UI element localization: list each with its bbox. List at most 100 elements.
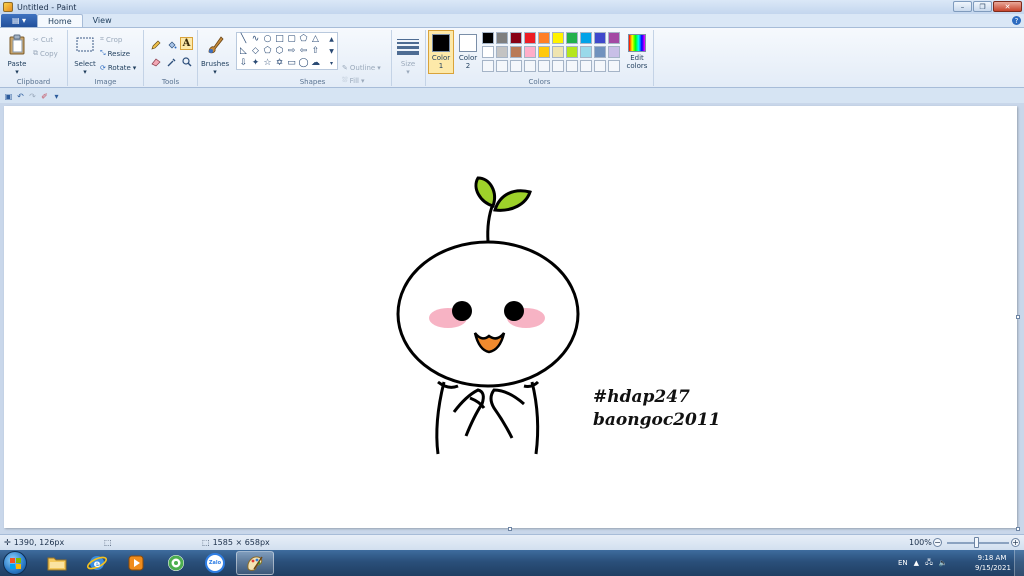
- taskbar-paint[interactable]: [236, 551, 274, 575]
- language-indicator[interactable]: EN: [898, 559, 908, 567]
- tab-view[interactable]: View: [83, 14, 122, 27]
- paint-app-icon[interactable]: [3, 2, 13, 12]
- down-arrow-shape-icon[interactable]: ⇩: [238, 58, 249, 69]
- taskbar-media-player[interactable]: [117, 551, 155, 575]
- fill-button[interactable]: ⛆ Fill ▾: [342, 75, 364, 86]
- clock-date: 9/15/2021: [975, 564, 1011, 572]
- cut-label: Cut: [40, 35, 53, 44]
- resize-button[interactable]: ⤡ Resize: [100, 48, 130, 59]
- oval-shape-icon[interactable]: ○: [262, 34, 273, 45]
- close-button[interactable]: ✕: [993, 1, 1022, 12]
- taskbar-explorer[interactable]: [38, 551, 76, 575]
- paste-label: Paste: [7, 60, 27, 68]
- color-picker-icon[interactable]: [165, 55, 178, 68]
- brushes-label: Brushes: [201, 60, 230, 68]
- taskbar-internet-explorer[interactable]: e: [78, 551, 116, 575]
- line-shape-icon[interactable]: ╲: [238, 34, 249, 45]
- fill-dropdown-icon: ▾: [360, 76, 365, 85]
- taskbar-coc-coc[interactable]: [157, 551, 195, 575]
- system-clock[interactable]: 9:18 AM 9/15/2021: [975, 553, 1011, 573]
- magnifier-icon[interactable]: [180, 55, 193, 68]
- copy-button[interactable]: ⧉ Copy: [33, 48, 58, 59]
- tools-group: A Tools: [144, 30, 198, 86]
- select-icon: [76, 37, 94, 52]
- character-body: [435, 380, 540, 455]
- polygon-shape-icon[interactable]: ⬠: [298, 34, 309, 45]
- colors-group: Colors: [426, 30, 654, 86]
- start-button[interactable]: [3, 551, 27, 575]
- right-eye: [504, 301, 524, 321]
- tab-home[interactable]: Home: [37, 14, 83, 27]
- customize-qat-icon[interactable]: ▾: [52, 92, 61, 101]
- brushes-button[interactable]: Brushes ▾: [201, 32, 229, 76]
- cloud-callout-shape-icon[interactable]: ☁: [310, 58, 321, 69]
- network-icon[interactable]: 🖧: [925, 558, 933, 569]
- eraser-icon[interactable]: [149, 55, 162, 68]
- paint-menu-button[interactable]: ▤ ▾: [1, 14, 37, 27]
- up-arrow-shape-icon[interactable]: ⇧: [310, 46, 321, 57]
- fill-bucket-icon[interactable]: [165, 38, 178, 51]
- pentagon-shape-icon[interactable]: ⬠: [262, 46, 273, 57]
- selection-size: ⬚: [104, 538, 112, 547]
- zoom-slider-thumb[interactable]: [974, 537, 979, 548]
- crop-button[interactable]: ⌗ Crop: [100, 34, 122, 45]
- callout-shape-icon[interactable]: ▭: [286, 58, 297, 69]
- shapes-scroll-down-icon[interactable]: ▼: [326, 46, 337, 57]
- paint-icon: [247, 556, 263, 571]
- undo-icon[interactable]: ↶: [16, 92, 25, 101]
- left-arrow-shape-icon[interactable]: ⇦: [298, 46, 309, 57]
- resize-label: Resize: [107, 49, 131, 58]
- canvas-size: ⬚ 1585 × 658px: [202, 538, 270, 547]
- minimize-button[interactable]: –: [953, 1, 972, 12]
- window-controls: – ❐ ✕: [953, 1, 1022, 12]
- sprout-leaves: [474, 176, 532, 243]
- rounded-rectangle-shape-icon[interactable]: ▢: [286, 34, 297, 45]
- canvas-resize-handle-right[interactable]: [1016, 315, 1020, 319]
- shapes-expand-icon[interactable]: ▾: [326, 58, 337, 69]
- taskbar-zalo[interactable]: Zalo: [196, 551, 234, 575]
- help-icon[interactable]: ?: [1012, 16, 1021, 25]
- tray-expand-icon[interactable]: ▲: [914, 559, 919, 567]
- fill-icon: ⛆: [342, 76, 348, 84]
- rotate-dropdown-icon: ▾: [132, 63, 137, 72]
- curve-shape-icon[interactable]: ∿: [250, 34, 261, 45]
- crop-label: Crop: [105, 35, 123, 44]
- canvas-resize-handle-corner[interactable]: [1016, 527, 1020, 531]
- maximize-button[interactable]: ❐: [973, 1, 992, 12]
- text-tool-icon[interactable]: A: [180, 37, 193, 50]
- select-dropdown-icon: ▾: [83, 68, 87, 76]
- clipboard-group-label: Clipboard: [16, 78, 51, 86]
- rotate-icon: ⟳: [100, 63, 106, 72]
- outline-button[interactable]: ✎ Outline ▾: [342, 62, 381, 73]
- eraser-qat-icon[interactable]: ✐: [40, 92, 49, 101]
- cut-button[interactable]: ✂ Cut: [33, 34, 53, 45]
- select-button[interactable]: Select ▾: [71, 32, 99, 76]
- four-point-star-shape-icon[interactable]: ✦: [250, 58, 261, 69]
- right-triangle-shape-icon[interactable]: ◺: [238, 46, 249, 57]
- rectangle-shape-icon[interactable]: □: [274, 34, 285, 45]
- zoom-out-icon[interactable]: −: [933, 538, 942, 547]
- redo-icon[interactable]: ↷: [28, 92, 37, 101]
- zoom-in-icon[interactable]: +: [1011, 538, 1020, 547]
- canvas-text-hashtag: #hdap247: [593, 387, 690, 407]
- clipboard-icon: [9, 34, 25, 55]
- paste-button[interactable]: Paste ▾: [3, 32, 31, 76]
- clipboard-group: Paste ▾ ✂ Cut ⧉ Copy Clipboard: [0, 30, 68, 86]
- save-icon[interactable]: ▣: [4, 92, 13, 101]
- rotate-button[interactable]: ⟳ Rotate ▾: [100, 62, 136, 73]
- five-point-star-shape-icon[interactable]: ☆: [262, 58, 273, 69]
- drawing-canvas[interactable]: #hdap247 baongoc2011: [4, 106, 1017, 528]
- paste-dropdown-icon: ▾: [15, 68, 19, 76]
- six-point-star-shape-icon[interactable]: ✡: [274, 58, 285, 69]
- pencil-icon[interactable]: [149, 38, 162, 51]
- triangle-shape-icon[interactable]: △: [310, 34, 321, 45]
- volume-icon[interactable]: 🔈: [939, 559, 948, 567]
- oval-callout-shape-icon[interactable]: ◯: [298, 58, 309, 69]
- show-desktop-button[interactable]: [1014, 550, 1024, 576]
- canvas-resize-handle-bottom[interactable]: [508, 527, 512, 531]
- right-arrow-shape-icon[interactable]: ⇨: [286, 46, 297, 57]
- canvas-workspace: #hdap247 baongoc2011: [0, 103, 1024, 534]
- shapes-scroll-up-icon[interactable]: ▲: [326, 34, 337, 45]
- diamond-shape-icon[interactable]: ◇: [250, 46, 261, 57]
- hexagon-shape-icon[interactable]: ⬡: [274, 46, 285, 57]
